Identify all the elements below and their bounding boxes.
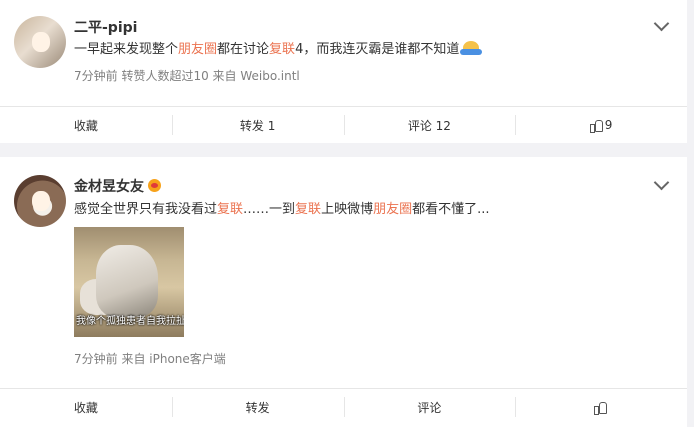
chevron-down-icon[interactable] bbox=[653, 15, 670, 32]
post-text-segment: 一早起来发现整个 bbox=[74, 42, 179, 57]
username[interactable]: 金材昱女友 bbox=[74, 176, 161, 196]
action-bar: 收藏 转发 评论 bbox=[0, 389, 687, 425]
comment-label: 评论 12 bbox=[407, 118, 451, 133]
post-card: 金材昱女友 感觉全世界只有我没看过复联……一到复联上映微博朋友圈都看不懂了...… bbox=[0, 157, 687, 427]
emoji-icon bbox=[460, 41, 483, 55]
like-button[interactable] bbox=[515, 389, 687, 425]
action-bar: 收藏 转发 1 评论 12 9 bbox=[0, 107, 687, 143]
post-image[interactable]: 我像个孤独患者自我拉扯 bbox=[74, 227, 184, 337]
favorite-label: 收藏 bbox=[73, 400, 98, 415]
repost-button[interactable]: 转发 bbox=[171, 389, 344, 425]
comment-button[interactable]: 评论 bbox=[343, 389, 516, 425]
comment-button[interactable]: 评论 12 bbox=[343, 107, 516, 143]
post-text: 一早起来发现整个朋友圈都在讨论复联4，而我连灭霸是谁都不知道 bbox=[74, 41, 483, 59]
topic-link[interactable]: 复联 bbox=[217, 202, 243, 217]
topic-link[interactable]: 朋友圈 bbox=[178, 42, 217, 57]
username[interactable]: 二平-pipi bbox=[74, 17, 137, 37]
post-text: 感觉全世界只有我没看过复联……一到复联上映微博朋友圈都看不懂了... bbox=[74, 201, 490, 219]
username-text: 金材昱女友 bbox=[74, 179, 144, 195]
post-text-segment: 感觉全世界只有我没看过 bbox=[74, 202, 218, 217]
post-text-segment: 都看不懂了... bbox=[412, 202, 490, 217]
thumbs-up-icon bbox=[589, 119, 603, 133]
topic-link[interactable]: 朋友圈 bbox=[373, 202, 412, 217]
topic-link[interactable]: 复联 bbox=[295, 202, 321, 217]
repost-button[interactable]: 转发 1 bbox=[171, 107, 344, 143]
repost-label: 转发 1 bbox=[239, 118, 276, 133]
verified-badge-icon bbox=[148, 179, 161, 192]
thumbs-up-icon bbox=[593, 401, 607, 415]
post-meta: 7分钟前 来自 iPhone客户端 bbox=[74, 352, 226, 366]
like-count: 9 bbox=[604, 118, 613, 132]
post-text-segment: ……一到 bbox=[243, 202, 296, 217]
favorite-button[interactable]: 收藏 bbox=[0, 389, 172, 425]
favorite-label: 收藏 bbox=[73, 118, 98, 133]
post-meta: 7分钟前 转赞人数超过10 来自 Weibo.intl bbox=[74, 69, 300, 83]
post-text-segment: 4，而我连灭霸是谁都不知道 bbox=[295, 42, 460, 57]
topic-link[interactable]: 复联 bbox=[269, 42, 295, 57]
favorite-button[interactable]: 收藏 bbox=[0, 107, 172, 143]
chevron-down-icon[interactable] bbox=[653, 174, 670, 191]
post-text-segment: 都在讨论 bbox=[217, 42, 270, 57]
post-card: 二平-pipi 一早起来发现整个朋友圈都在讨论复联4，而我连灭霸是谁都不知道 7… bbox=[0, 0, 687, 143]
avatar[interactable] bbox=[14, 175, 66, 227]
post-text-segment: 上映微博 bbox=[321, 202, 374, 217]
avatar[interactable] bbox=[14, 16, 66, 68]
comment-label: 评论 bbox=[417, 400, 442, 415]
image-caption: 我像个孤独患者自我拉扯 bbox=[76, 316, 184, 327]
like-button[interactable]: 9 bbox=[515, 107, 687, 143]
repost-label: 转发 bbox=[245, 400, 270, 415]
